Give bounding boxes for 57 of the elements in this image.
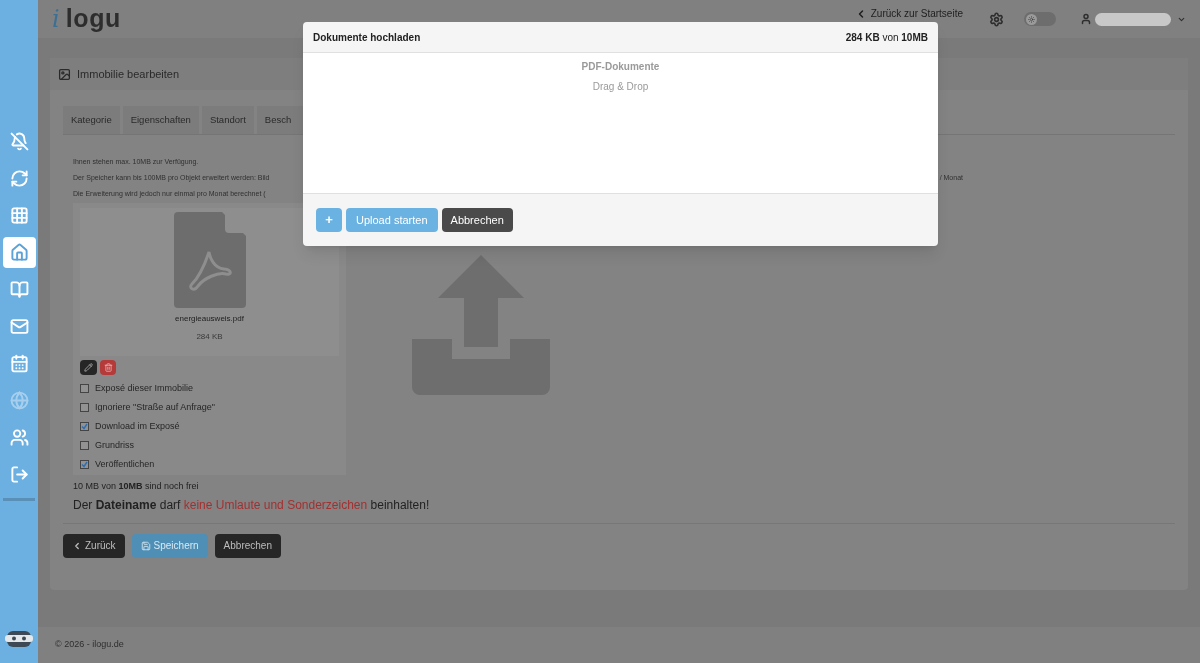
home-icon: [9, 243, 29, 262]
mail-icon: [9, 317, 29, 336]
checkbox-label: Veröffentlichen: [95, 457, 155, 471]
logo-mark: i: [52, 4, 60, 36]
edit-icon: [84, 363, 93, 372]
sun-icon: [1028, 15, 1035, 23]
checkbox[interactable]: [80, 384, 89, 393]
trash-icon: [103, 363, 113, 372]
upload-icon: [412, 255, 550, 395]
save-icon: [140, 540, 151, 551]
file-size: 284 KB: [196, 331, 223, 343]
users-icon: [9, 428, 29, 447]
logo-text: logu: [65, 3, 121, 35]
tab[interactable]: Kategorie: [63, 106, 120, 134]
back-to-home-link[interactable]: Zurück zur Startseite: [854, 6, 963, 21]
checkbox-label: Ignoriere "Straße auf Anfrage": [95, 400, 215, 414]
add-button[interactable]: +: [316, 208, 342, 232]
theme-toggle[interactable]: [1024, 12, 1056, 26]
drop-zone[interactable]: PDF-Dokumente Drag & Drop: [303, 53, 938, 194]
copyright-text: © 2026 - ilogu.de: [55, 638, 124, 652]
checkbox-label: Download im Exposé: [95, 419, 180, 433]
checkbox[interactable]: [80, 460, 89, 469]
start-upload-button[interactable]: Upload starten: [346, 208, 438, 232]
filename-warning: Der Dateiname darf keine Umlaute und Sonderzeichen beinhalten!: [73, 496, 431, 514]
user-icon: [1080, 13, 1092, 25]
tab[interactable]: Standort: [201, 106, 254, 134]
delete-button[interactable]: [100, 360, 116, 375]
checkbox-label: Exposé dieser Immobilie: [95, 381, 194, 395]
refresh-icon: [9, 169, 29, 188]
cancel-button[interactable]: Abbrechen: [214, 533, 281, 558]
cancel-button[interactable]: Abbrechen: [441, 208, 513, 232]
settings-icon[interactable]: [989, 11, 1004, 27]
logout-icon: [9, 465, 29, 484]
image-icon: [58, 67, 71, 81]
tab[interactable]: Eigenschaften: [122, 106, 199, 134]
chevron-left-icon: [72, 540, 82, 551]
drop-title: PDF-Dokumente: [581, 60, 660, 74]
pdf-file-icon: [173, 212, 246, 308]
save-button[interactable]: Speichern: [131, 533, 208, 558]
checkbox-label: Grundriss: [95, 438, 134, 452]
book-icon: [9, 280, 29, 299]
back-button[interactable]: Zurück: [63, 533, 125, 558]
bell-off-icon: [9, 132, 29, 151]
drop-hint: Drag & Drop: [592, 80, 649, 94]
file-name: energieausweis.pdf: [175, 313, 244, 325]
storage-note: 10 MB von 10MB sind noch frei: [73, 480, 200, 493]
quota-text: 284 KB von 10MB: [845, 30, 928, 45]
checkbox[interactable]: [80, 422, 89, 431]
dialog-title: Dokumente hochladen: [313, 30, 421, 45]
grid-icon: [9, 206, 29, 225]
sidebar-item[interactable]: [2, 237, 36, 268]
globe-icon: [9, 391, 29, 410]
checkbox[interactable]: [80, 403, 89, 412]
checkbox[interactable]: [80, 441, 89, 450]
calendar-icon: [9, 354, 29, 373]
edit-button[interactable]: [80, 360, 97, 375]
panel-title: Immobilie bearbeiten: [77, 66, 180, 82]
